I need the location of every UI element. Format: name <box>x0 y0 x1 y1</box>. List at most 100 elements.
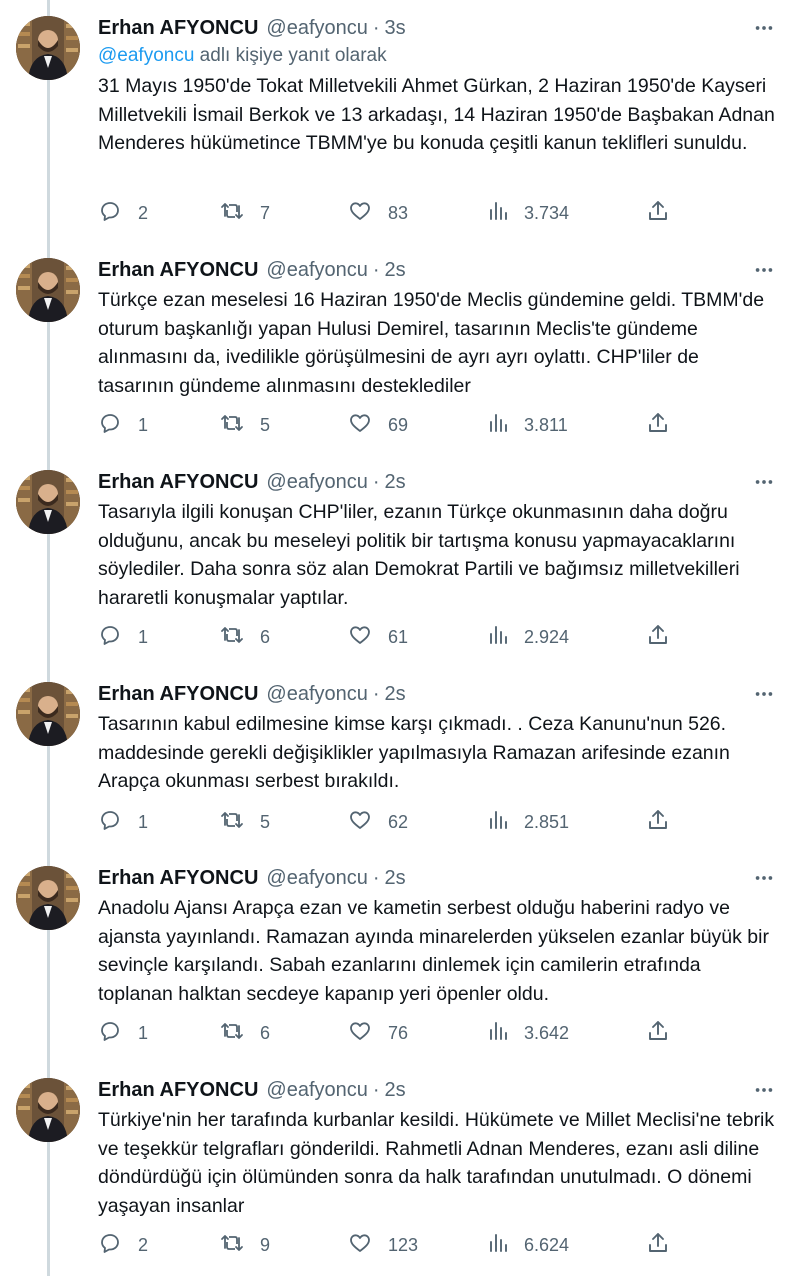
tweet[interactable]: Erhan AFYONCU @eafyoncu · 2s Tasarıyla i… <box>0 454 800 666</box>
reply-button[interactable]: 1 <box>98 1018 148 1048</box>
comment-icon <box>98 623 122 652</box>
retweet-count: 5 <box>260 811 271 832</box>
comment-icon <box>98 199 122 228</box>
views-button[interactable]: 3.642 <box>486 1018 569 1048</box>
author-handle[interactable]: @eafyoncu <box>266 867 367 890</box>
tweet[interactable]: Erhan AFYONCU @eafyoncu · 3s @eafyoncu a… <box>0 0 800 242</box>
like-count: 69 <box>388 414 409 435</box>
views-chart-icon <box>486 1231 510 1260</box>
more-dots-icon[interactable] <box>748 256 780 284</box>
more-dots-icon[interactable] <box>748 680 780 708</box>
tweet-actions: 1 6 76 3.642 <box>98 1018 678 1048</box>
retweet-button[interactable]: 6 <box>220 1018 270 1048</box>
author-photo <box>16 1078 80 1142</box>
reply-mention-link[interactable]: @eafyoncu <box>98 45 194 66</box>
tweet-text: Türkiye'nin her tarafında kurbanlar kesi… <box>98 1109 775 1217</box>
tweet-time[interactable]: 3s <box>385 17 406 40</box>
author-handle[interactable]: @eafyoncu <box>266 1079 367 1102</box>
author-name[interactable]: Erhan AFYONCU <box>98 17 258 40</box>
share-button[interactable] <box>646 410 670 440</box>
like-button[interactable]: 123 <box>348 1230 418 1260</box>
author-handle[interactable]: @eafyoncu <box>266 683 367 706</box>
tweet-time[interactable]: 2s <box>385 259 406 282</box>
views-button[interactable]: 2.851 <box>486 807 569 837</box>
share-button[interactable] <box>646 807 670 837</box>
retweet-button[interactable]: 5 <box>220 410 270 440</box>
tweet[interactable]: Erhan AFYONCU @eafyoncu · 2s Tasarının k… <box>0 666 800 850</box>
view-count: 3.734 <box>524 202 570 223</box>
views-button[interactable]: 3.811 <box>486 410 568 440</box>
tweet-time[interactable]: 2s <box>385 867 406 890</box>
retweet-button[interactable]: 7 <box>220 198 270 228</box>
like-button[interactable]: 62 <box>348 807 408 837</box>
avatar[interactable] <box>16 866 80 930</box>
author-photo <box>16 470 80 534</box>
views-button[interactable]: 2.924 <box>486 622 569 652</box>
separator-dot: · <box>372 1078 380 1101</box>
tweet[interactable]: Erhan AFYONCU @eafyoncu · 2s Anadolu Aja… <box>0 850 800 1062</box>
reply-button[interactable]: 1 <box>98 622 148 652</box>
retweet-icon <box>220 411 244 440</box>
share-button[interactable] <box>646 622 670 652</box>
avatar[interactable] <box>16 1078 80 1142</box>
author-name[interactable]: Erhan AFYONCU <box>98 683 258 706</box>
reply-button[interactable]: 1 <box>98 807 148 837</box>
retweet-button[interactable]: 9 <box>220 1230 270 1260</box>
more-dots-icon[interactable] <box>748 864 780 892</box>
share-button[interactable] <box>646 1230 670 1260</box>
like-button[interactable]: 61 <box>348 622 408 652</box>
author-name[interactable]: Erhan AFYONCU <box>98 471 258 494</box>
share-button[interactable] <box>646 1018 670 1048</box>
avatar[interactable] <box>16 16 80 80</box>
author-name[interactable]: Erhan AFYONCU <box>98 867 258 890</box>
tweet-time[interactable]: 2s <box>385 683 406 706</box>
tweet-time[interactable]: 2s <box>385 471 406 494</box>
heart-icon <box>348 623 372 652</box>
like-button[interactable]: 69 <box>348 410 408 440</box>
comment-icon <box>98 1019 122 1048</box>
avatar[interactable] <box>16 682 80 746</box>
retweet-count: 7 <box>260 202 271 223</box>
views-button[interactable]: 6.624 <box>486 1230 569 1260</box>
retweet-button[interactable]: 5 <box>220 807 270 837</box>
like-button[interactable]: 76 <box>348 1018 408 1048</box>
author-handle[interactable]: @eafyoncu <box>266 471 367 494</box>
tweet-text: Türkçe ezan meselesi 16 Haziran 1950'de … <box>98 289 765 397</box>
heart-icon <box>348 808 372 837</box>
tweet-time[interactable]: 2s <box>385 1079 406 1102</box>
views-button[interactable]: 3.734 <box>486 198 569 228</box>
share-upload-icon <box>646 1231 670 1260</box>
share-button[interactable] <box>646 198 670 228</box>
separator-dot: · <box>372 258 380 281</box>
retweet-button[interactable]: 6 <box>220 622 270 652</box>
views-chart-icon <box>486 808 510 837</box>
reply-button[interactable]: 2 <box>98 198 148 228</box>
tweet-actions: 2 9 123 6.624 <box>98 1230 678 1260</box>
more-dots-icon[interactable] <box>748 1076 780 1104</box>
comment-icon <box>98 808 122 837</box>
author-name[interactable]: Erhan AFYONCU <box>98 1079 258 1102</box>
share-upload-icon <box>646 808 670 837</box>
like-count: 83 <box>388 202 409 223</box>
separator-dot: · <box>372 866 380 889</box>
author-name[interactable]: Erhan AFYONCU <box>98 259 258 282</box>
view-count: 6.624 <box>524 1234 570 1255</box>
tweet-actions: 2 7 83 3.734 <box>98 198 678 228</box>
more-dots-icon[interactable] <box>748 14 780 42</box>
tweet[interactable]: Erhan AFYONCU @eafyoncu · 2s Türkiye'nin… <box>0 1062 800 1276</box>
more-dots-icon[interactable] <box>748 468 780 496</box>
author-handle[interactable]: @eafyoncu <box>266 17 367 40</box>
tweet[interactable]: Erhan AFYONCU @eafyoncu · 2s Türkçe ezan… <box>0 242 800 454</box>
reply-count: 1 <box>138 811 149 832</box>
avatar[interactable] <box>16 258 80 322</box>
like-button[interactable]: 83 <box>348 198 408 228</box>
author-photo <box>16 16 80 80</box>
reply-button[interactable]: 1 <box>98 410 148 440</box>
reply-button[interactable]: 2 <box>98 1230 148 1260</box>
author-handle[interactable]: @eafyoncu <box>266 259 367 282</box>
author-photo <box>16 866 80 930</box>
views-chart-icon <box>486 411 510 440</box>
avatar[interactable] <box>16 470 80 534</box>
retweet-icon <box>220 199 244 228</box>
views-chart-icon <box>486 1019 510 1048</box>
